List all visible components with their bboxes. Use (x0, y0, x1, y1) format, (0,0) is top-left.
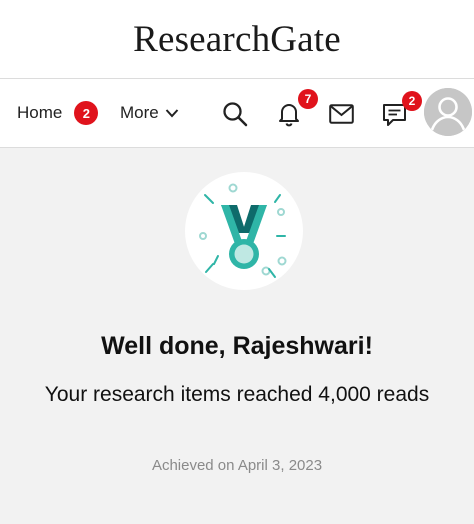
nav-home[interactable]: Home 2 (17, 101, 99, 125)
avatar[interactable] (424, 88, 472, 136)
nav-more[interactable]: More (120, 103, 179, 123)
nav-more-label: More (120, 103, 159, 122)
nav-home-label: Home (17, 103, 63, 122)
brand-header: ResearchGate (0, 0, 474, 79)
search-icon (223, 102, 248, 127)
messages-button[interactable] (329, 104, 354, 124)
bell-icon (279, 104, 299, 127)
achievement-message: Your research items reached 4,000 reads (44, 383, 430, 406)
chat-badge: 2 (402, 91, 422, 111)
achievement-panel: Well done, Rajeshwari! Your research ite… (0, 148, 474, 524)
medal-icon (199, 183, 287, 278)
brand-logo[interactable]: ResearchGate (133, 18, 341, 61)
chevron-down-icon (165, 109, 178, 118)
mail-icon (329, 104, 354, 124)
avatar-icon (424, 88, 472, 136)
achievement-date: Achieved on April 3, 2023 (151, 457, 323, 474)
achievement-title: Well done, Rajeshwari! (101, 332, 373, 360)
notifications-button[interactable]: 7 (277, 89, 318, 127)
medal-badge (185, 172, 303, 290)
notifications-badge: 7 (298, 89, 318, 109)
search-button[interactable] (222, 101, 248, 127)
top-nav: Home 2 More 7 2 (0, 79, 474, 148)
home-badge: 2 (74, 101, 99, 125)
chat-button[interactable]: 2 (382, 91, 422, 127)
